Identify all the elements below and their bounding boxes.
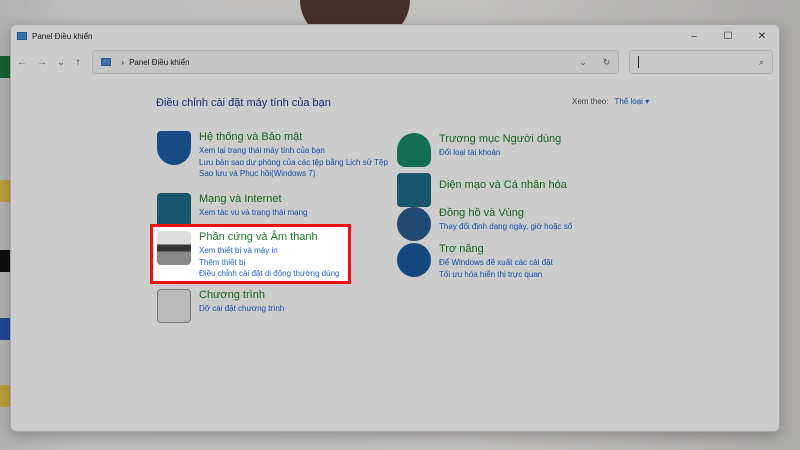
category-link[interactable]: Xem lại trạng thái máy tính của bạn bbox=[199, 145, 388, 157]
user-icon bbox=[397, 133, 431, 167]
search-input[interactable]: ⌕ bbox=[629, 50, 773, 74]
category-appearance: Diện mạo và Cá nhân hóa bbox=[397, 173, 567, 207]
category-system-security: Hệ thống và Bảo mật Xem lại trạng thái m… bbox=[157, 131, 388, 180]
programs-icon bbox=[157, 289, 191, 323]
address-bar[interactable]: › Panel Điều khiển ⌄ ↻ bbox=[92, 50, 620, 74]
category-hardware-sound: Phần cứng và Âm thanh Xem thiết bị và má… bbox=[157, 231, 339, 280]
printer-icon bbox=[157, 231, 191, 265]
recent-chevron-icon[interactable]: ⌄ bbox=[57, 57, 65, 68]
back-arrow-icon[interactable]: ← bbox=[17, 57, 27, 68]
refresh-icon[interactable]: ↻ bbox=[603, 57, 611, 68]
category-link[interactable]: Xem thiết bị và máy in bbox=[199, 245, 339, 257]
title-bar: Panel Điều khiển – ☐ ✕ bbox=[11, 25, 779, 47]
personalization-icon bbox=[397, 173, 431, 207]
category-title[interactable]: Chương trình bbox=[199, 289, 284, 301]
category-title[interactable]: Trợ năng bbox=[439, 243, 553, 255]
desktop-icon[interactable] bbox=[0, 180, 10, 202]
category-user-accounts: Trương mục Người dùng Đổi loại tài khoản bbox=[397, 133, 561, 167]
category-link[interactable]: Xem tác vụ và trạng thái mạng bbox=[199, 207, 308, 219]
category-link[interactable]: Thêm thiết bị bbox=[199, 257, 339, 269]
category-title[interactable]: Trương mục Người dùng bbox=[439, 133, 561, 145]
up-arrow-icon[interactable]: ↑ bbox=[75, 57, 80, 68]
clock-globe-icon bbox=[397, 207, 431, 241]
view-by-dropdown[interactable]: Thể loại ▾ bbox=[614, 97, 649, 106]
navigation-bar: ← → ⌄ ↑ › Panel Điều khiển ⌄ ↻ ⌕ bbox=[11, 47, 779, 77]
maximize-button[interactable]: ☐ bbox=[711, 31, 745, 42]
category-title[interactable]: Diện mạo và Cá nhân hóa bbox=[439, 179, 567, 191]
control-panel-icon bbox=[101, 58, 112, 66]
category-link[interactable]: Dỡ cài đặt chương trình bbox=[199, 303, 284, 315]
network-icon bbox=[157, 193, 191, 227]
window-title: Panel Điều khiển bbox=[32, 31, 93, 41]
close-button[interactable]: ✕ bbox=[745, 31, 779, 42]
view-by: Xem theo: Thể loại ▾ bbox=[572, 97, 649, 106]
forward-arrow-icon[interactable]: → bbox=[37, 57, 47, 68]
control-panel-icon bbox=[17, 32, 27, 40]
category-title[interactable]: Đồng hồ và Vùng bbox=[439, 207, 572, 219]
category-title[interactable]: Mạng và Internet bbox=[199, 193, 308, 205]
control-panel-window: Panel Điều khiển – ☐ ✕ ← → ⌄ ↑ › Panel Đ… bbox=[10, 24, 780, 432]
chevron-down-icon[interactable]: ⌄ bbox=[579, 57, 587, 68]
view-by-label: Xem theo: bbox=[572, 97, 609, 106]
minimize-button[interactable]: – bbox=[677, 31, 711, 42]
search-icon[interactable]: ⌕ bbox=[759, 57, 764, 68]
category-link[interactable]: Thay đổi định dạng ngày, giờ hoặc số bbox=[439, 221, 572, 233]
category-accessibility: Trợ năng Để Windows đề xuất các cài đặt … bbox=[397, 243, 553, 280]
category-link[interactable]: Sao lưu và Phục hồi(Windows 7) bbox=[199, 168, 388, 180]
accessibility-icon bbox=[397, 243, 431, 277]
category-link[interactable]: Tối ưu hóa hiển thị trực quan bbox=[439, 269, 553, 281]
category-programs: Chương trình Dỡ cài đặt chương trình bbox=[157, 289, 284, 323]
category-link[interactable]: Lưu bản sao dự phòng của các tệp bằng Lị… bbox=[199, 157, 388, 169]
page-title: Điều chỉnh cài đặt máy tính của bạn bbox=[156, 97, 331, 109]
breadcrumb-separator: › bbox=[121, 57, 125, 67]
excel-desktop-icon[interactable] bbox=[0, 56, 10, 78]
category-link[interactable]: Điều chỉnh cài đặt di động thường dùng bbox=[199, 268, 339, 280]
word-desktop-icon[interactable] bbox=[0, 318, 10, 340]
category-link[interactable]: Để Windows đề xuất các cài đặt bbox=[439, 257, 553, 269]
shield-icon bbox=[157, 131, 191, 165]
category-title[interactable]: Phần cứng và Âm thanh bbox=[199, 231, 339, 243]
desktop-icon[interactable] bbox=[0, 250, 10, 272]
category-title[interactable]: Hệ thống và Bảo mật bbox=[199, 131, 388, 143]
category-clock-region: Đồng hồ và Vùng Thay đổi định dạng ngày,… bbox=[397, 207, 572, 241]
category-network-internet: Mạng và Internet Xem tác vụ và trạng thá… bbox=[157, 193, 308, 227]
desktop-icon[interactable] bbox=[0, 385, 10, 407]
breadcrumb[interactable]: Panel Điều khiển bbox=[129, 58, 189, 67]
category-link[interactable]: Đổi loại tài khoản bbox=[439, 147, 561, 159]
